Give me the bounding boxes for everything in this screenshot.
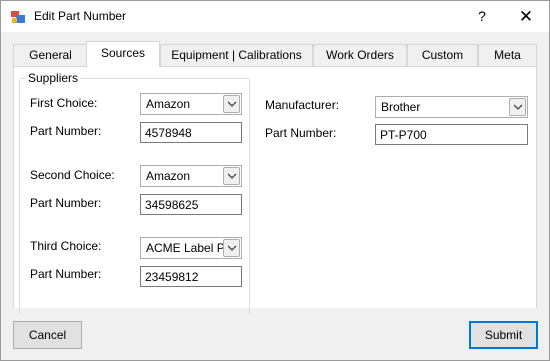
tab-sources[interactable]: Sources <box>86 41 160 67</box>
chevron-down-icon[interactable] <box>223 239 240 257</box>
third-part-number-value: 23459812 <box>145 270 199 284</box>
manufacturer-label: Manufacturer: <box>265 98 340 112</box>
tab-custom[interactable]: Custom <box>407 44 478 66</box>
third-part-number-label: Part Number: <box>30 267 102 281</box>
first-choice-value: Amazon <box>146 97 191 111</box>
third-choice-select[interactable]: ACME Label Pr <box>140 237 242 259</box>
cancel-button[interactable]: Cancel <box>13 321 82 349</box>
tab-work-orders[interactable]: Work Orders <box>313 44 407 66</box>
suppliers-group-label: Suppliers <box>26 71 81 85</box>
tab-equipment-calibrations[interactable]: Equipment | Calibrations <box>160 44 313 66</box>
second-part-number-label: Part Number: <box>30 196 102 210</box>
first-part-number-label: Part Number: <box>30 124 102 138</box>
third-part-number-field[interactable]: 23459812 <box>140 266 242 287</box>
close-button[interactable]: ✕ <box>509 1 543 32</box>
title-bar: Edit Part Number ? ✕ <box>1 1 549 32</box>
first-choice-select[interactable]: Amazon <box>140 93 242 115</box>
help-button[interactable]: ? <box>467 1 497 32</box>
chevron-down-icon[interactable] <box>509 98 526 116</box>
tab-general[interactable]: General <box>13 44 88 66</box>
window-title: Edit Part Number <box>34 9 127 23</box>
app-icon <box>10 9 26 25</box>
tab-meta[interactable]: Meta <box>478 44 537 66</box>
second-choice-value: Amazon <box>146 169 191 183</box>
manufacturer-part-number-label: Part Number: <box>265 126 337 140</box>
manufacturer-part-number-field[interactable]: PT-P700 <box>375 124 528 145</box>
second-choice-select[interactable]: Amazon <box>140 165 242 187</box>
second-choice-label: Second Choice: <box>30 168 115 182</box>
second-part-number-value: 34598625 <box>145 198 199 212</box>
manufacturer-part-number-value: PT-P700 <box>380 128 427 142</box>
chevron-down-icon[interactable] <box>223 167 240 185</box>
third-choice-label: Third Choice: <box>30 239 102 253</box>
third-choice-value: ACME Label Pr <box>146 241 226 255</box>
chevron-down-icon[interactable] <box>223 95 240 113</box>
first-choice-label: First Choice: <box>30 96 98 110</box>
first-part-number-field[interactable]: 4578948 <box>140 122 242 143</box>
first-part-number-value: 4578948 <box>145 126 192 140</box>
manufacturer-value: Brother <box>381 100 421 114</box>
second-part-number-field[interactable]: 34598625 <box>140 194 242 215</box>
submit-button[interactable]: Submit <box>469 321 538 349</box>
manufacturer-select[interactable]: Brother <box>375 96 528 118</box>
edit-part-number-window: Edit Part Number ? ✕ General Sources Equ… <box>0 0 550 361</box>
